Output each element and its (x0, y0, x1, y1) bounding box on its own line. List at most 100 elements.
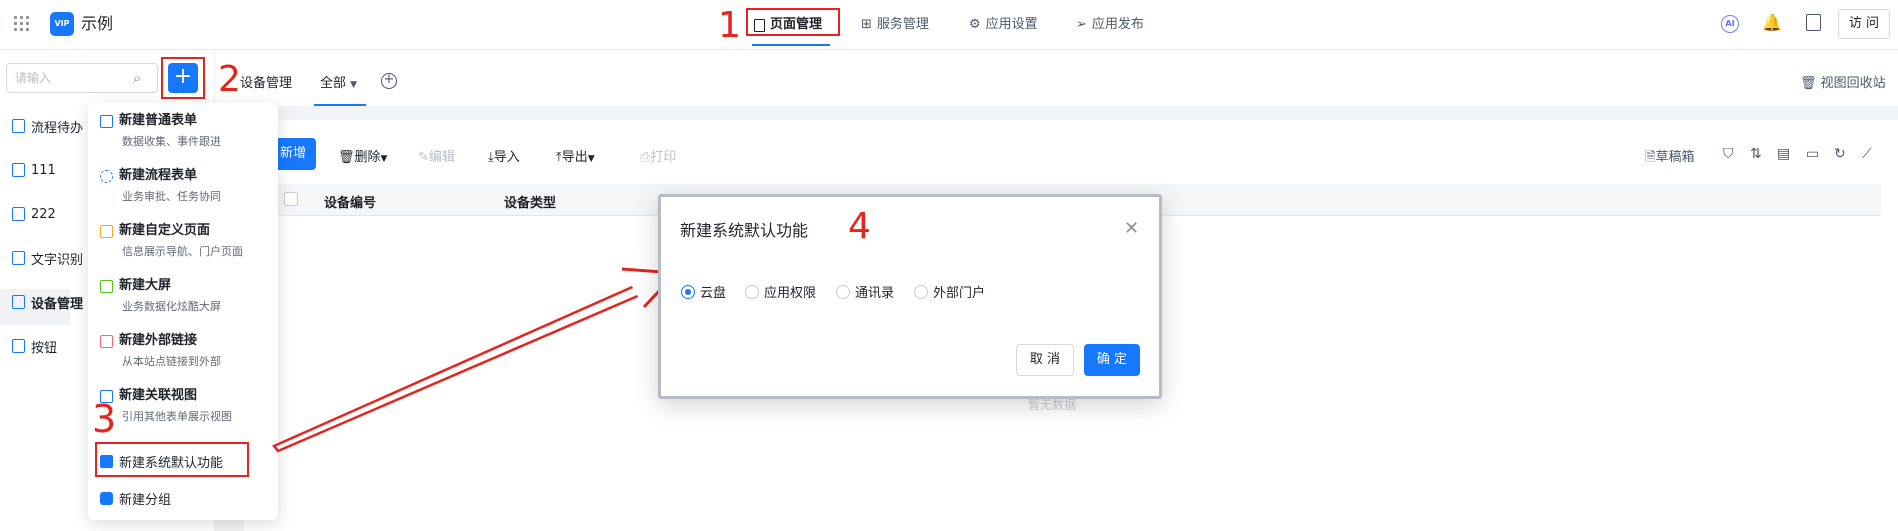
radio-dot (914, 284, 928, 299)
doc-settings-icon[interactable] (1806, 14, 1821, 31)
drafts-button[interactable]: 🗎草稿箱 (1645, 146, 1694, 170)
tab-all-label: 全部 (320, 76, 347, 91)
caret-down-icon: ▼ (587, 154, 595, 164)
menu-item-new-external-link[interactable]: 新建外部链接 从本站点链接到外部 (100, 332, 221, 370)
grid-icon: ⊞ (861, 17, 872, 32)
archive-icon[interactable]: ▭ (1806, 146, 1819, 162)
gear-icon: ⚙ (969, 17, 981, 32)
menu-item-new-form[interactable]: 新建普通表单 数据收集、事件跟进 (100, 112, 221, 150)
column-header-device-id[interactable]: 设备编号 (324, 192, 376, 211)
tab-app-publish[interactable]: ➢ 应用发布 (1076, 14, 1144, 36)
radio-label: 通讯录 (855, 286, 895, 301)
sidebar-item-label: 流程待办 (31, 120, 84, 136)
breadcrumb[interactable]: 设备管理 (240, 72, 292, 91)
visit-button[interactable]: 访 问 (1838, 9, 1890, 39)
menu-item-new-workflow-form[interactable]: 新建流程表单 业务审批、任务协同 (100, 167, 221, 205)
sort-icon[interactable]: ⇅ (1750, 146, 1762, 162)
dialog-title: 新建系统默认功能 (680, 221, 809, 240)
tab-app-settings[interactable]: ⚙ 应用设置 (969, 14, 1038, 36)
ai-icon[interactable]: AI (1721, 15, 1739, 33)
app-grid-icon[interactable] (14, 16, 30, 32)
sidebar-item-label: 文字识别 (31, 252, 84, 268)
tab-label: 服务管理 (876, 17, 929, 32)
delete-label: 删除 (354, 150, 381, 165)
tab-service-management[interactable]: ⊞ 服务管理 (861, 14, 929, 36)
edit-button[interactable]: ✎编辑 (418, 146, 455, 165)
sidebar-item-222[interactable]: 222 (12, 202, 56, 226)
column-header-device-type[interactable]: 设备类型 (504, 192, 556, 211)
menu-item-new-related-view[interactable]: 新建关联视图 引用其他表单展示视图 (100, 387, 232, 425)
link-icon (100, 334, 113, 348)
sidebar-item-label: 111 (31, 162, 56, 178)
select-all-checkbox[interactable] (284, 192, 298, 206)
menu-item-new-system-default[interactable]: 新建系统默认功能 (100, 452, 223, 471)
menu-item-title: 新建大屏 (119, 278, 172, 293)
delete-button[interactable]: 🗑删除▼ (338, 146, 387, 165)
menu-item-new-custom-page[interactable]: 新建自定义页面 信息展示导航、门户页面 (100, 222, 243, 260)
search-icon[interactable]: ⌕ (133, 69, 141, 87)
sidebar-item-device-management[interactable]: 设备管理 (12, 290, 83, 314)
menu-item-desc: 引用其他表单展示视图 (122, 410, 232, 423)
add-view-icon[interactable]: + (381, 73, 397, 89)
annotation-4: 4 (848, 206, 871, 247)
confirm-button[interactable]: 确 定 (1084, 344, 1140, 376)
trash-icon: 🗑 (338, 150, 355, 165)
radio-label: 应用权限 (764, 286, 817, 301)
sidebar-item-111[interactable]: 111 (12, 158, 56, 182)
menu-item-desc: 数据收集、事件跟进 (122, 135, 221, 148)
print-label: 打印 (650, 150, 677, 165)
drafts-label: 草稿箱 (1655, 150, 1695, 165)
radio-dot (836, 284, 850, 299)
chart-icon[interactable]: ⟋ (1862, 146, 1872, 162)
tab-all[interactable]: 全部 ▼ (320, 72, 357, 91)
annotation-box-add (161, 57, 205, 99)
edit-label: 编辑 (428, 150, 455, 165)
menu-item-new-dashboard[interactable]: 新建大屏 业务数据化炫酷大屏 (100, 277, 221, 315)
folder-plus-icon (100, 455, 113, 468)
drafts-icon: 🗎 (1645, 150, 1656, 165)
folder-icon (100, 492, 113, 505)
app-logo: VIP (50, 12, 74, 36)
sidebar-item-workflow-todo[interactable]: 流程待办 (12, 114, 83, 138)
tab-label: 应用设置 (985, 17, 1038, 32)
radio-app-permissions[interactable]: 应用权限 (745, 282, 816, 301)
menu-item-desc: 信息展示导航、门户页面 (122, 245, 243, 258)
menu-item-title: 新建分组 (119, 493, 172, 508)
menu-item-desc: 业务数据化炫酷大屏 (122, 300, 221, 313)
form-settings-icon[interactable]: ▤ (1777, 146, 1790, 162)
radio-contacts[interactable]: 通讯录 (836, 282, 894, 301)
annotation-1: 1 (718, 5, 741, 46)
radio-external-portal[interactable]: 外部门户 (914, 282, 985, 301)
sidebar-item-label: 222 (31, 206, 56, 222)
import-button[interactable]: ⤓导入 (488, 146, 520, 165)
top-bar (0, 0, 1898, 50)
view-recycle-bin[interactable]: 🗑 视图回收站 (1800, 72, 1886, 91)
trash-icon: 🗑 (1800, 76, 1817, 91)
radio-cloud-disk[interactable]: 云盘 (681, 282, 726, 301)
menu-item-title: 新建系统默认功能 (119, 456, 224, 471)
close-icon[interactable]: ✕ (1124, 218, 1139, 239)
document-icon (12, 295, 25, 309)
export-button[interactable]: ⤒导出▼ (556, 146, 595, 165)
radio-dot (745, 284, 759, 299)
document-icon (12, 339, 25, 353)
app-name: 示例 (81, 14, 114, 33)
import-label: 导入 (493, 150, 520, 165)
chart-icon (12, 207, 25, 221)
cancel-button[interactable]: 取 消 (1016, 344, 1074, 376)
filter-icon[interactable]: ⛉ (1723, 146, 1734, 162)
radio-label: 外部门户 (933, 286, 986, 301)
sidebar-item-ocr[interactable]: 文字识别 (12, 246, 83, 270)
sidebar-item-button[interactable]: 按钮 (12, 334, 57, 358)
menu-item-new-group[interactable]: 新建分组 (100, 489, 171, 508)
document-icon (12, 251, 25, 265)
active-view-underline (314, 104, 366, 106)
menu-item-desc: 业务审批、任务协同 (122, 190, 221, 203)
bell-icon[interactable]: 🔔 (1762, 13, 1782, 32)
export-label: 导出 (561, 150, 588, 165)
print-button[interactable]: ⎙打印 (640, 146, 676, 165)
radio-label: 云盘 (700, 286, 727, 301)
tab-page-management[interactable]: 页面管理 (754, 14, 822, 36)
menu-item-title: 新建普通表单 (119, 113, 198, 128)
refresh-icon[interactable]: ↻ (1834, 146, 1846, 162)
